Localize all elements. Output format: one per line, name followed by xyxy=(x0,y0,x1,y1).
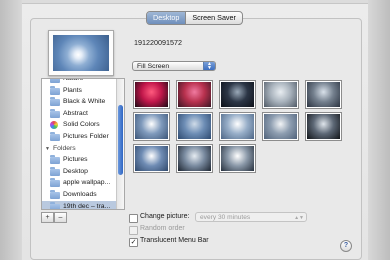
folder-icon xyxy=(50,166,60,176)
folder-icon xyxy=(50,85,60,95)
wallpaper-thumbnail[interactable] xyxy=(305,80,342,109)
source-list-item-label: apple wallpap... xyxy=(63,179,111,187)
wallpaper-thumbnail[interactable] xyxy=(219,112,256,141)
disclosure-triangle-icon[interactable]: ▼ xyxy=(45,143,50,155)
source-list-item-label: Downloads xyxy=(63,191,97,198)
source-list-item-label: Abstract xyxy=(63,109,88,117)
source-list-item[interactable]: Abstract xyxy=(42,108,124,120)
source-list-item[interactable]: Solid Colors xyxy=(42,119,124,131)
thumbnail-image xyxy=(135,146,168,171)
folder-icon xyxy=(50,132,60,141)
source-list-item[interactable]: Black & White xyxy=(42,96,124,108)
popup-arrows-icon: ▲ ▼ xyxy=(203,62,215,71)
preview-image xyxy=(53,35,109,71)
thumbnail-image xyxy=(178,82,211,107)
right-background xyxy=(368,0,390,260)
wallpaper-thumbnail[interactable] xyxy=(133,80,170,109)
tab-screen-saver[interactable]: Screen Saver xyxy=(185,12,242,24)
interval-popup[interactable]: every 30 minutes ▲▼ xyxy=(195,212,307,222)
folder-icon xyxy=(50,178,60,188)
source-list-item-label: Black & White xyxy=(63,98,106,106)
folder-icon xyxy=(50,190,60,199)
random-order-label: Random order xyxy=(140,225,185,232)
source-list-item[interactable]: Downloads xyxy=(42,189,124,201)
thumbnail-image xyxy=(307,114,340,139)
source-list-item-label: Desktop xyxy=(63,167,88,175)
wallpaper-thumbnail[interactable] xyxy=(262,112,299,141)
folders-header-label: Folders xyxy=(53,144,76,152)
translucent-menu-bar-checkbox[interactable]: ✓ xyxy=(129,238,138,247)
color-wheel-icon xyxy=(50,121,58,130)
thumbnail-image xyxy=(264,114,297,139)
thumbnail-image xyxy=(307,82,340,107)
wallpaper-thumbnail[interactable] xyxy=(219,80,256,109)
wallpaper-thumbnail[interactable] xyxy=(176,112,213,141)
help-button[interactable]: ? xyxy=(340,240,352,252)
source-list-item[interactable]: Desktop xyxy=(42,166,124,178)
source-list-item[interactable]: Plants xyxy=(42,85,124,97)
source-list-item-label: 19th dec – tra... xyxy=(63,202,111,210)
add-folder-button[interactable]: + xyxy=(41,212,54,223)
wallpaper-thumbnail[interactable] xyxy=(176,144,213,173)
random-order-checkbox[interactable] xyxy=(129,226,138,235)
folders-header[interactable]: ▼ Folders xyxy=(42,143,124,155)
thumbnail-image xyxy=(221,114,254,139)
thumbnail-image xyxy=(178,114,211,139)
window-top-edge xyxy=(0,0,390,4)
change-picture-checkbox[interactable] xyxy=(129,214,138,223)
wallpaper-thumbnail[interactable] xyxy=(133,112,170,141)
folder-icon xyxy=(50,155,60,165)
wallpaper-thumbnail[interactable] xyxy=(305,112,342,141)
image-name: 191220091572 xyxy=(134,38,182,47)
folder-icon xyxy=(50,79,60,83)
thumbnail-image xyxy=(221,146,254,171)
thumbnail-image xyxy=(135,114,168,139)
left-background xyxy=(0,0,22,260)
thumbnail-image xyxy=(221,82,254,107)
source-list-item-label: Pictures xyxy=(63,156,88,164)
tab-segmented-control: Desktop Screen Saver xyxy=(146,11,243,25)
folder-icon xyxy=(50,108,60,118)
wallpaper-thumbnail[interactable] xyxy=(176,80,213,109)
interval-value: every 30 minutes xyxy=(200,214,251,221)
tab-desktop[interactable]: Desktop xyxy=(147,12,186,24)
translucent-menu-bar-label: Translucent Menu Bar xyxy=(140,237,209,244)
remove-folder-button[interactable]: – xyxy=(54,212,67,223)
folder-icon xyxy=(50,201,60,209)
wallpaper-thumbnail[interactable] xyxy=(133,144,170,173)
source-list-item-label: Solid Colors xyxy=(63,121,100,129)
change-picture-label: Change picture: xyxy=(140,213,190,220)
source-list-item[interactable]: Pictures Folder xyxy=(42,131,124,143)
source-list[interactable]: Nature Plants Black & White Abstract Solid C… xyxy=(41,78,125,210)
source-list-item[interactable]: 19th dec – tra... xyxy=(42,200,124,210)
scrollbar-thumb[interactable] xyxy=(118,105,123,175)
thumbnail-image xyxy=(135,82,168,107)
source-list-item-label: Plants xyxy=(63,86,82,94)
desktop-preview xyxy=(48,30,114,76)
source-list-scrollbar[interactable] xyxy=(116,79,124,209)
wallpaper-thumbnail[interactable] xyxy=(219,144,256,173)
interval-arrows-icon: ▲▼ xyxy=(294,215,304,221)
source-list-item-label: Pictures Folder xyxy=(63,133,109,140)
wallpaper-thumbnail[interactable] xyxy=(262,80,299,109)
folder-icon xyxy=(50,97,60,107)
fit-mode-popup[interactable]: Fill Screen ▲ ▼ xyxy=(132,61,216,71)
thumbnail-image xyxy=(264,82,297,107)
source-list-item[interactable]: apple wallpap... xyxy=(42,177,124,189)
source-list-item[interactable]: Pictures xyxy=(42,154,124,166)
thumbnail-image xyxy=(178,146,211,171)
fit-mode-value: Fill Screen xyxy=(137,63,170,70)
